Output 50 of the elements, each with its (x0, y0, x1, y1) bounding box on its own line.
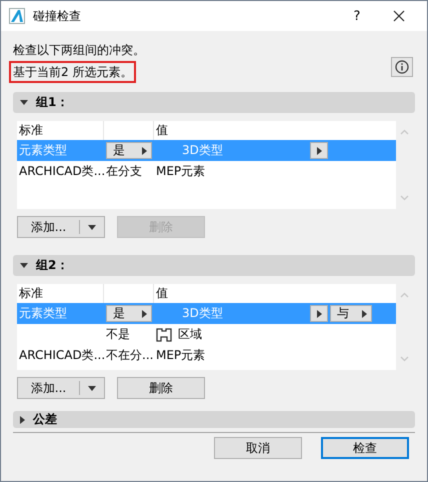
connector-dropdown[interactable]: 与 (330, 305, 372, 322)
add-split-button[interactable]: 添加... (17, 216, 105, 238)
operator-text: 不在分... (106, 347, 154, 364)
table-row[interactable]: ARCHICAD类...不在分... MEP元素 (17, 345, 396, 366)
triangle-icon (316, 310, 322, 318)
operator-text: 不是 (106, 326, 130, 343)
operator-dropdown[interactable]: 是 (106, 142, 152, 159)
table-row[interactable]: ARCHICAD类...在分支 MEP元素 (17, 161, 396, 182)
value-menu-button[interactable] (310, 305, 328, 322)
close-icon[interactable] (393, 10, 405, 22)
description-text: 基于当前2 所选元素。 (9, 61, 136, 83)
value-text: 3D类型 (182, 305, 224, 322)
delete-button[interactable]: 删除 (117, 377, 205, 399)
value-text: 区域 (178, 326, 202, 343)
dialog-button[interactable]: 取消 (214, 437, 302, 459)
table-row[interactable]: 元素类型 是 3D类型 与 (17, 303, 396, 324)
table-row[interactable]: 不是 区域 (17, 324, 396, 345)
section-title: 公差 (33, 411, 57, 428)
dialog-button[interactable]: 检查 (321, 437, 409, 459)
criterion-text: ARCHICAD类... (19, 163, 106, 180)
triangle-icon (142, 146, 147, 154)
triangle-icon (362, 310, 367, 318)
info-icon (395, 60, 409, 74)
help-button[interactable]: ? (335, 8, 379, 24)
app-logo-icon (9, 8, 25, 24)
triangle-icon (142, 310, 147, 318)
column-header: 值 (155, 285, 169, 302)
criterion-text: ARCHICAD类... (19, 347, 106, 364)
triangle-icon (316, 146, 322, 154)
add-split-button[interactable]: 添加... (17, 377, 105, 399)
group-title: 组1： (36, 94, 68, 111)
group-header[interactable]: 组2： (13, 255, 415, 276)
dropdown-arrow-icon (88, 224, 96, 230)
table-row[interactable]: 元素类型 是 3D类型 (17, 140, 396, 161)
value-menu-button[interactable] (310, 142, 328, 159)
window-title: 碰撞检查 (33, 8, 82, 24)
operator-text: 在分支 (106, 163, 142, 180)
tolerance-header[interactable]: 公差 (13, 411, 415, 428)
column-header: 值 (155, 122, 169, 139)
value-text: 3D类型 (182, 142, 224, 159)
criterion-text: 元素类型 (19, 142, 67, 159)
group-title: 组2： (36, 257, 68, 274)
info-button[interactable] (391, 57, 413, 77)
value-text: MEP元素 (156, 347, 206, 364)
group-header[interactable]: 组1： (13, 92, 415, 113)
operator-dropdown[interactable]: 是 (106, 305, 152, 322)
dropdown-arrow-icon (88, 386, 96, 390)
description-text: 检查以下两组间的冲突。 (12, 42, 146, 59)
value-text: MEP元素 (156, 163, 206, 180)
criterion-text: 元素类型 (19, 305, 67, 322)
